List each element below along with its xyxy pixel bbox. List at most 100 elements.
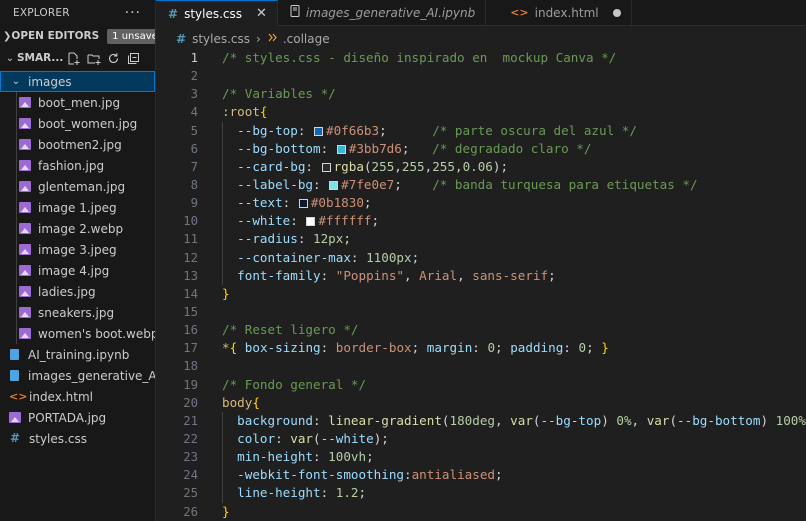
unsaved-dot-icon[interactable] [612,8,621,17]
open-editors-section[interactable]: ❯ OPEN EDITORS 1 unsaved [0,25,155,47]
file-item[interactable]: fashion.jpg [0,155,155,176]
image-file-icon [19,244,31,255]
file-item[interactable]: PORTADA.jpg [0,407,155,428]
line-number: 20 [183,395,198,410]
file-item[interactable]: sneakers.jpg [0,302,155,323]
line-number: 19 [183,377,198,392]
code-token: : [563,340,579,356]
image-file-icon [19,202,31,213]
code-token: : [313,412,329,428]
file-item[interactable]: image 3.jpeg [0,239,155,260]
file-item[interactable]: image 1.jpeg [0,197,155,218]
html-icon: <> [9,390,28,403]
html-icon: <> [510,6,529,19]
code-token: background [237,412,313,428]
code-token: , [457,267,473,283]
code-token: : [297,231,314,247]
file-name: boot_men.jpg [38,95,121,110]
color-swatch[interactable] [336,144,346,154]
color-swatch[interactable] [329,180,339,190]
new-folder-icon[interactable] [87,52,101,65]
code-token: /* parte oscura del azul */ [432,122,637,138]
code-token: --label-bg [237,176,313,192]
breadcrumb-symbol[interactable]: .collage [283,32,330,46]
indent-guide [222,429,223,449]
color-swatch[interactable] [306,217,316,227]
unsaved-badge: 1 unsaved [107,28,155,44]
file-item[interactable]: image 4.jpg [0,260,155,281]
code-line: line-height: 1.2; [222,484,806,503]
code-token: * [222,340,230,356]
refresh-icon[interactable] [107,52,120,65]
css-icon: # [176,32,187,46]
file-item[interactable]: women's boot.webp [0,323,155,344]
indent-guide [222,266,223,285]
code-line: --container-max: 1100px; [222,248,806,267]
file-item[interactable]: glenteman.jpg [0,176,155,197]
code-token: ; [343,231,351,247]
tab-label: styles.css [184,6,243,21]
editor-tabs: # styles.css ✕ images_generative_AI.ipyn… [156,0,806,26]
image-file-icon [9,412,21,423]
code-token: ) [760,412,776,428]
tab-images-generative-ai[interactable]: images_generative_AI.ipynb [278,0,487,25]
line-number: 11 [183,232,198,247]
chevron-down-icon: ⌄ [5,52,15,64]
code-token: : [472,340,488,356]
code-token: 1100px [366,249,412,265]
color-swatch[interactable] [314,126,324,136]
code-token: : [320,485,336,501]
color-swatch[interactable] [298,199,308,209]
file-item[interactable]: boot_men.jpg [0,92,155,113]
code-content[interactable]: /* styles.css - diseño inspirado en mock… [222,49,806,521]
code-token: --white [237,213,291,229]
code-token: 1.2 [335,485,359,501]
code-token: --card-bg [237,158,306,174]
chevron-right-icon: › [256,32,261,46]
file-name: images_generative_AI... [28,368,155,383]
close-icon[interactable]: ✕ [256,6,267,21]
workspace-section[interactable]: ⌄ SMAR... [0,47,155,69]
color-swatch[interactable] [321,162,331,172]
collapse-all-icon[interactable] [127,52,140,65]
indent-guide [222,139,223,158]
line-number: 12 [183,250,198,265]
file-name: sneakers.jpg [38,305,115,320]
file-item[interactable]: images_generative_AI... [0,365,155,386]
file-item[interactable]: ladies.jpg [0,281,155,302]
breadcrumb-file[interactable]: styles.css [192,32,250,46]
new-file-icon[interactable] [67,52,80,65]
file-name: bootmen2.jpg [38,137,122,152]
more-actions-icon[interactable]: ··· [125,5,141,21]
file-item[interactable]: <> index.html [0,386,155,407]
file-item[interactable]: boot_women.jpg [0,113,155,134]
indent-guide [222,411,223,430]
code-token: ) [601,412,617,428]
indent-guide [222,194,223,213]
code-token: ; [411,249,420,265]
code-line: --bg-bottom: #3bb7d6; /* degradado claro… [222,139,806,158]
file-name: ladies.jpg [38,284,96,299]
file-name: image 1.jpeg [38,200,117,215]
code-token: "Poppins" [335,267,404,283]
code-line: *{ box-sizing: border-box; margin: 0; pa… [222,339,806,357]
file-item[interactable]: # styles.css [0,428,155,449]
file-item[interactable]: bootmen2.jpg [0,134,155,155]
code-line: --white: #ffffff; [222,212,806,231]
code-token: ; [358,485,367,501]
line-number: 22 [183,431,198,446]
tab-index-html[interactable]: <> index.html [486,0,632,25]
file-name: PORTADA.jpg [28,410,107,425]
file-item[interactable]: image 2.webp [0,218,155,239]
folder-images[interactable]: ⌄ images [0,71,155,92]
tab-styles-css[interactable]: # styles.css ✕ [156,0,278,26]
file-item[interactable]: AI_training.ipynb [0,344,155,365]
code-editor[interactable]: 1 2 3 4 5 6 7 8 9 10 11 12 13 14 15 16 17 18 19 20 21 22 23 24 2… [156,49,806,521]
code-token: 0 [578,340,587,356]
